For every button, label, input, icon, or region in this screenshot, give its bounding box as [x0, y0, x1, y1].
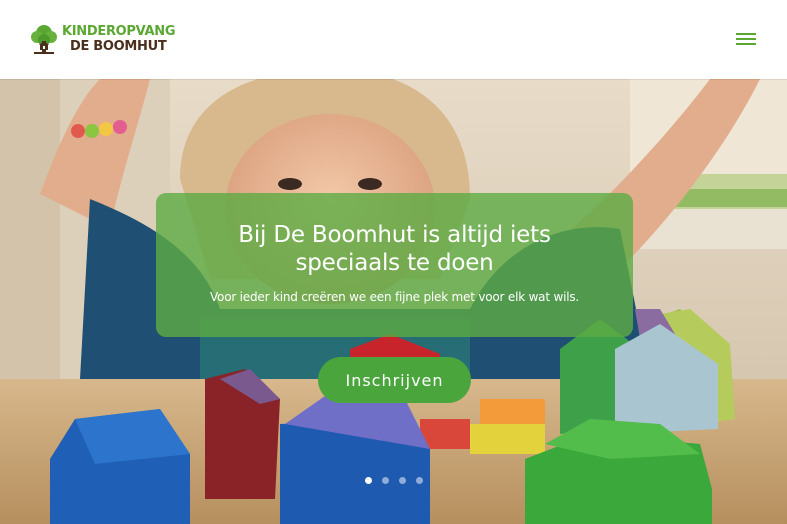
slider-pagination — [365, 477, 425, 485]
slide-dot-3[interactable] — [399, 477, 406, 484]
hamburger-menu-icon[interactable] — [736, 31, 758, 47]
logo-line-2: DE BOOMHUT — [70, 39, 167, 54]
site-logo[interactable]: KINDEROPVANG DE BOOMHUT — [30, 23, 176, 57]
hero-heading-line-1: Bij De Boomhut is altijd iets — [238, 222, 551, 248]
hero-subtitle: Voor ieder kind creëren we een fijne ple… — [209, 290, 580, 304]
site-header: KINDEROPVANG DE BOOMHUT — [0, 0, 787, 79]
hero-slider: Bij De Boomhut is altijd iets speciaals … — [0, 79, 787, 524]
slide-dot-1[interactable] — [365, 477, 372, 484]
hero-heading-line-2: speciaals te doen — [295, 250, 494, 276]
slide-dot-4[interactable] — [416, 477, 423, 484]
hero-heading: Bij De Boomhut is altijd iets speciaals … — [156, 193, 633, 277]
signup-button[interactable]: Inschrijven — [318, 357, 471, 403]
tree-house-icon — [31, 25, 57, 54]
logo-line-1: KINDEROPVANG — [62, 24, 176, 39]
slide-dot-2[interactable] — [382, 477, 389, 484]
logo-wordmark: KINDEROPVANG DE BOOMHUT — [62, 24, 176, 54]
hero-caption: Bij De Boomhut is altijd iets speciaals … — [156, 193, 633, 337]
